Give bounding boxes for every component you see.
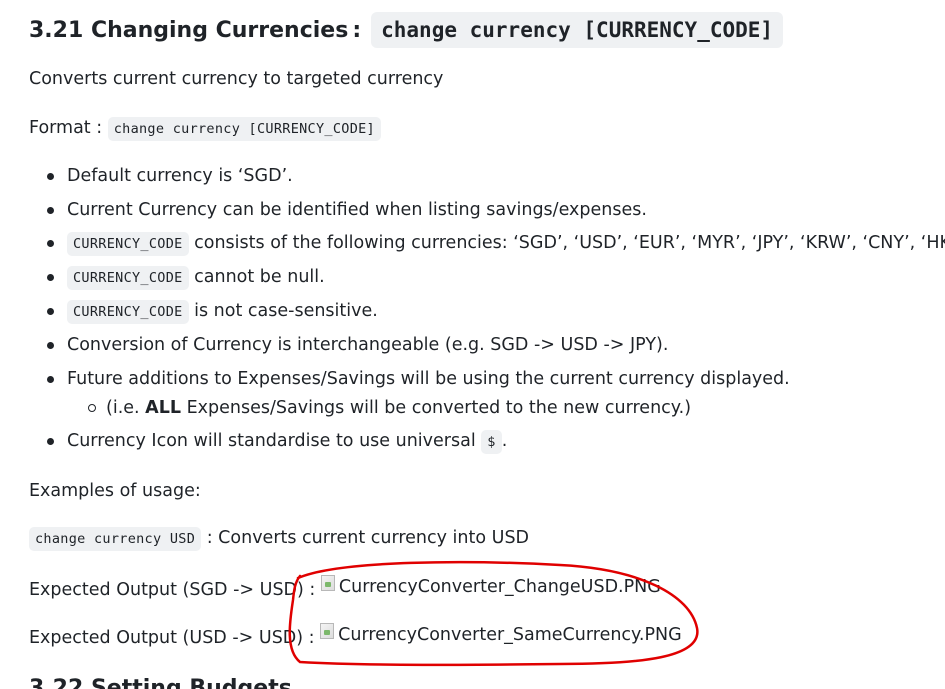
list-item-period: .: [501, 431, 508, 451]
list-item-text: Current Currency can be identified when …: [67, 200, 647, 220]
list-item-text: CURRENCY_CODE consists of the following …: [67, 231, 945, 256]
currency-code-inline: CURRENCY_CODE: [67, 232, 189, 256]
section-description: Converts current currency to targeted cu…: [29, 69, 444, 89]
dollar-code-inline: $: [481, 430, 502, 454]
examples-label: Examples of usage:: [29, 481, 201, 501]
image-alt-text: CurrencyConverter_ChangeUSD.PNG: [338, 577, 661, 597]
format-line: Format : change currency [CURRENCY_CODE]: [29, 116, 381, 141]
bullet-icon: [47, 274, 54, 281]
next-section-heading: 3.22 Setting Budgets: [29, 676, 292, 689]
bullet-icon: [47, 438, 54, 445]
list-item-text: CURRENCY_CODE is not case-sensitive.: [67, 299, 378, 324]
list-item-text: Currency Icon will standardise to use un…: [67, 429, 507, 454]
format-code: change currency [CURRENCY_CODE]: [107, 117, 381, 141]
list-item-text-rest: Currency Icon will standardise to use un…: [67, 431, 476, 451]
section-title: 3.21 Changing Currencies: [29, 17, 349, 43]
list-item-text-rest: consists of the following currencies: ‘S…: [194, 233, 945, 253]
document-page: 3.21 Changing Currencies : change curren…: [29, 0, 945, 689]
heading-separator: :: [352, 17, 362, 43]
bullet-icon: [47, 342, 54, 349]
list-item-text: CURRENCY_CODE cannot be null.: [67, 265, 325, 290]
hollow-bullet-icon: [88, 404, 96, 412]
sub-text-pre: (i.e.: [106, 398, 140, 418]
example-line: change currency USD : Converts current c…: [29, 526, 529, 551]
broken-image-icon: [320, 575, 335, 591]
broken-image-link[interactable]: CurrencyConverter_SameCurrency.PNG: [320, 623, 682, 647]
list-item-text-rest: is not case-sensitive.: [194, 301, 378, 321]
heading-command-code: change currency [CURRENCY_CODE]: [371, 12, 784, 48]
sub-text-bold: ALL: [145, 398, 182, 418]
currency-code-inline: CURRENCY_CODE: [67, 266, 189, 290]
bullet-icon: [47, 308, 54, 315]
expected-output-1: Expected Output (SGD -> USD) : CurrencyC…: [29, 575, 661, 602]
expected-output-2: Expected Output (USD -> USD) : CurrencyC…: [29, 623, 682, 650]
list-item-text-rest: cannot be null.: [194, 267, 325, 287]
section-heading: 3.21 Changing Currencies : change curren…: [29, 10, 784, 50]
sub-list-item-text: (i.e. ALL Expenses/Savings will be conve…: [106, 396, 691, 420]
sub-text-post: Expenses/Savings will be converted to th…: [186, 398, 692, 418]
broken-image-link[interactable]: CurrencyConverter_ChangeUSD.PNG: [320, 575, 661, 599]
list-item-text: Future additions to Expenses/Savings wil…: [67, 369, 790, 389]
bullet-icon: [47, 376, 54, 383]
expected-output-label: Expected Output (SGD -> USD) :: [29, 580, 316, 600]
example-description: : Converts current currency into USD: [206, 528, 530, 548]
bullet-icon: [47, 207, 54, 214]
example-code: change currency USD: [29, 527, 202, 551]
expected-output-label: Expected Output (USD -> USD) :: [29, 628, 315, 648]
currency-code-inline: CURRENCY_CODE: [67, 300, 189, 324]
bullet-icon: [47, 240, 54, 247]
image-alt-text: CurrencyConverter_SameCurrency.PNG: [338, 625, 682, 645]
list-item-text: Default currency is ‘SGD’.: [67, 166, 293, 186]
broken-image-icon: [320, 623, 335, 639]
format-label: Format :: [29, 118, 103, 138]
list-item-text: Conversion of Currency is interchangeabl…: [67, 335, 669, 355]
bullet-icon: [47, 173, 54, 180]
